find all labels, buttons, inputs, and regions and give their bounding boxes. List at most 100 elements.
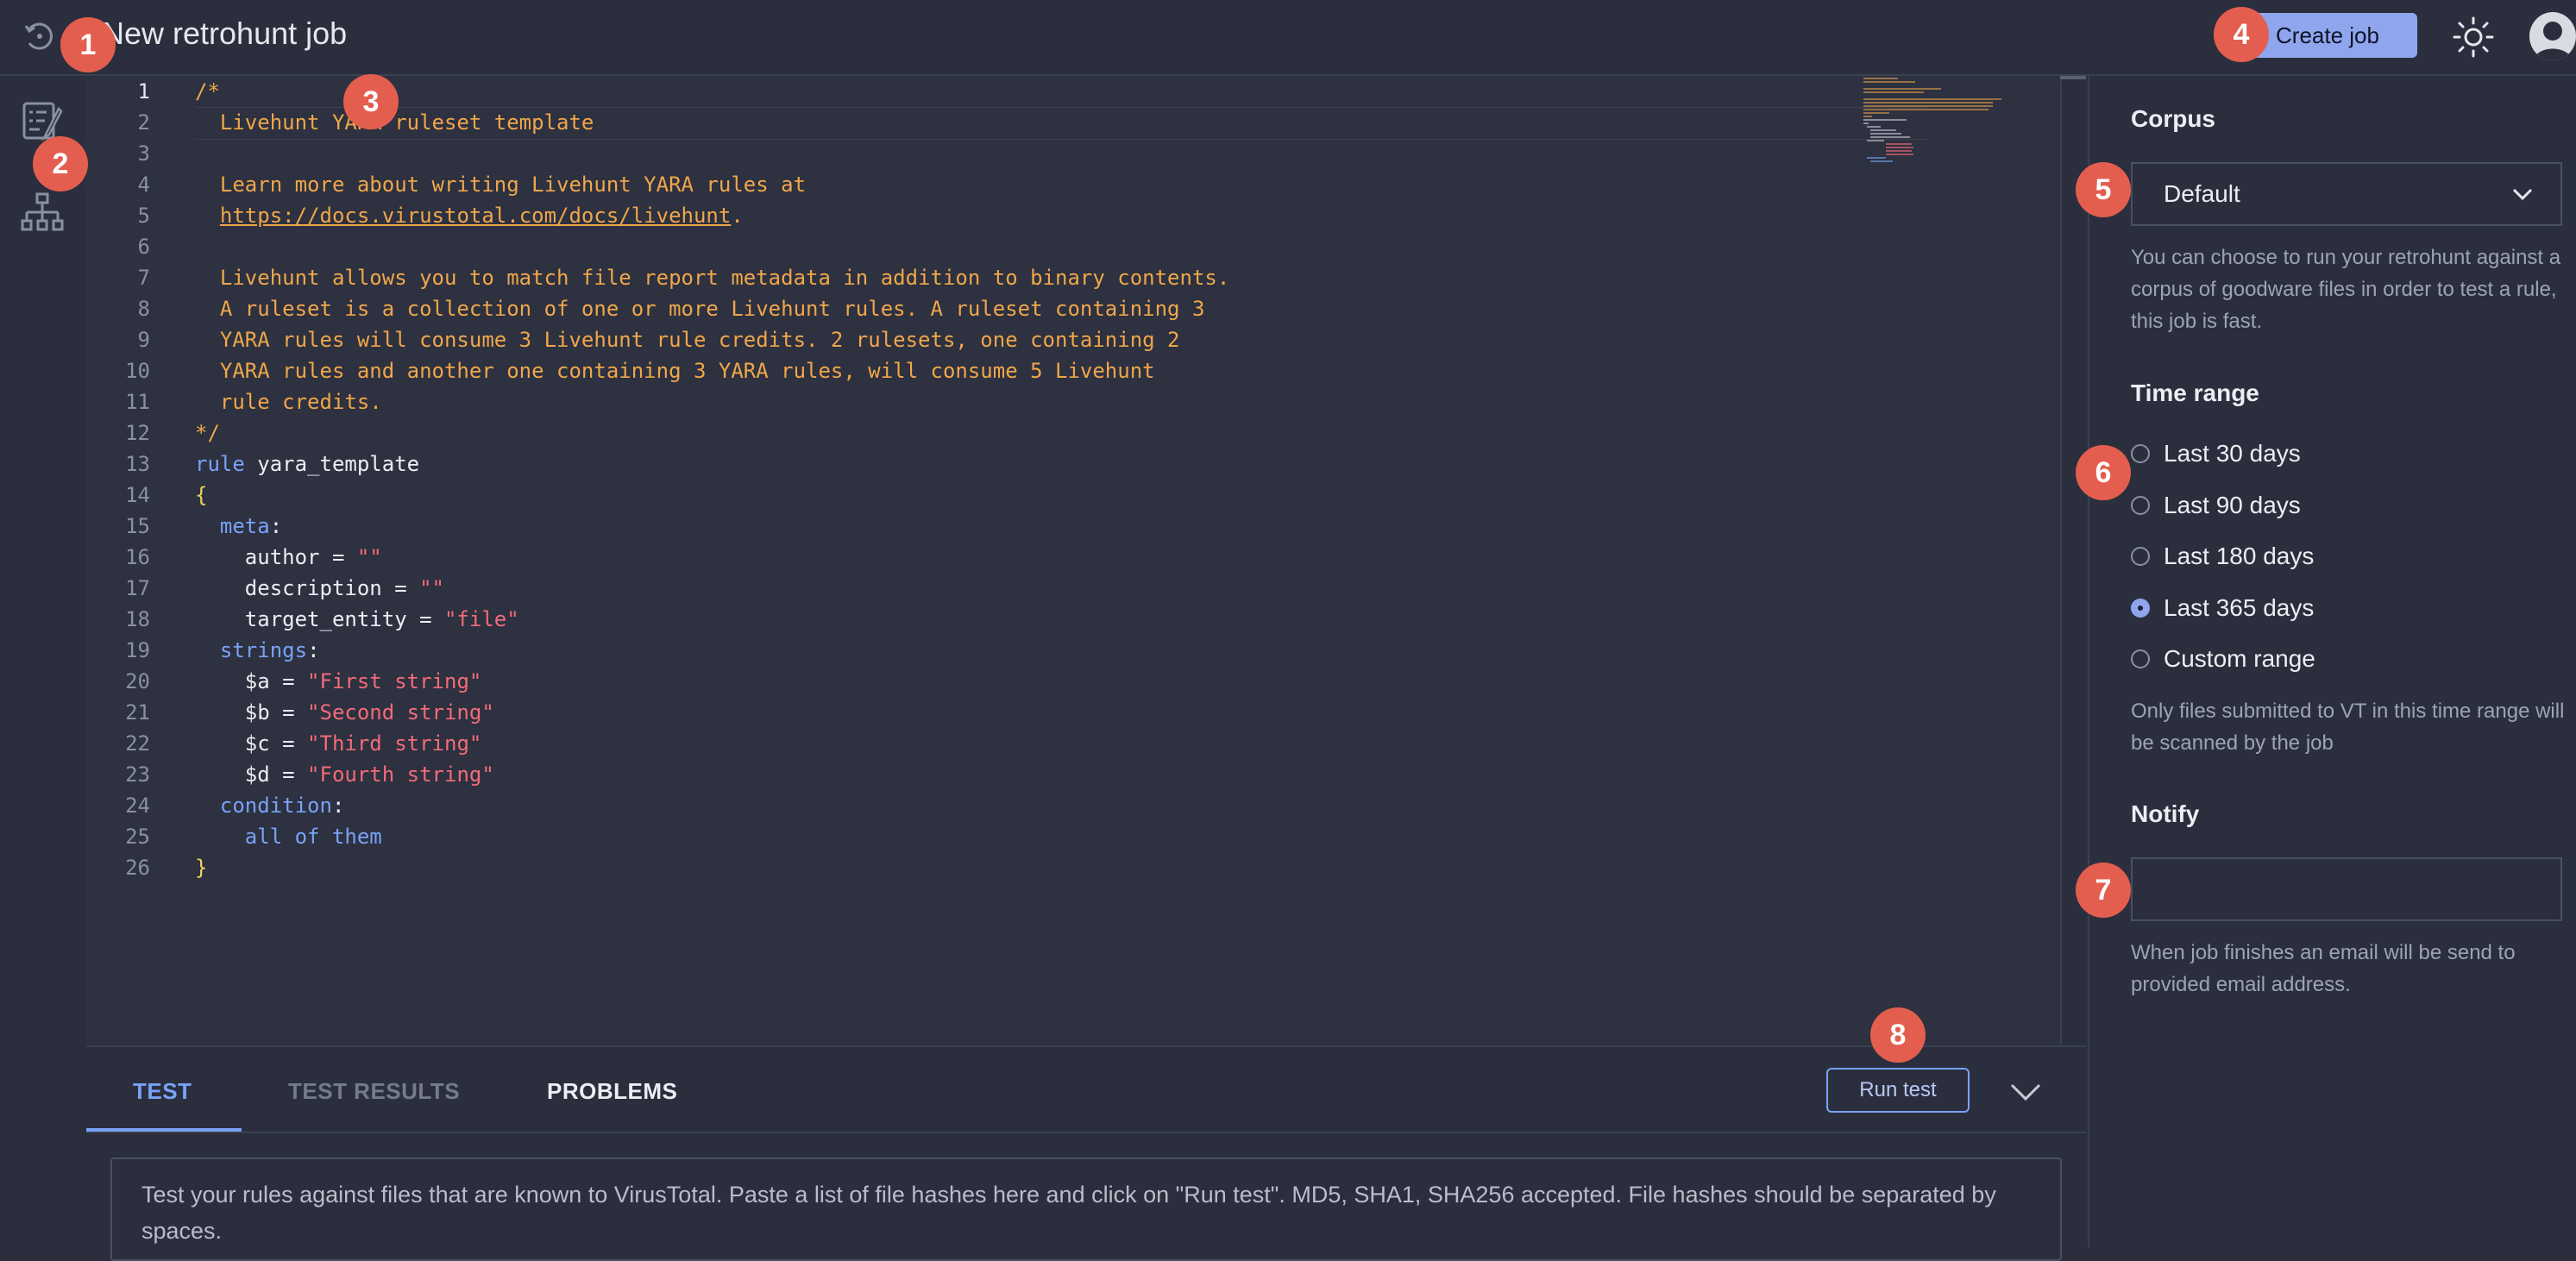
code-line[interactable]: YARA rules and another one containing 3 … [195, 355, 1155, 386]
line-number: 4 [137, 173, 150, 197]
code-token: "Fourth string" [307, 762, 494, 787]
code-line[interactable]: rule yara_template [195, 449, 419, 480]
chevron-down-icon [2512, 188, 2533, 201]
code-token: "First string" [307, 669, 482, 693]
code-token: author = [195, 545, 357, 569]
code-line[interactable]: Learn more about writing Livehunt YARA r… [195, 169, 806, 200]
user-icon [2534, 22, 2572, 60]
line-number: 17 [125, 576, 150, 600]
line-number: 5 [137, 204, 150, 228]
code-link[interactable]: https://docs.virustotal.com/docs/livehun… [220, 204, 731, 228]
code-line[interactable]: rule credits. [195, 386, 382, 417]
radio-label: Last 90 days [2164, 492, 2301, 518]
line-number: 2 [137, 110, 150, 135]
code-token: target_entity = [195, 607, 444, 631]
code-line[interactable]: } [195, 852, 207, 883]
code-line[interactable]: A ruleset is a collection of one or more… [195, 293, 1205, 324]
code-line[interactable]: strings: [195, 635, 320, 666]
code-token: : [331, 794, 345, 818]
marker-4: 4 [2214, 7, 2269, 62]
history-back-icon[interactable] [22, 19, 57, 53]
code-token: "Second string" [307, 700, 494, 725]
code-token: A ruleset is a collection of one or more… [195, 297, 1205, 321]
avatar[interactable] [2529, 12, 2576, 60]
code-line[interactable]: YARA rules will consume 3 Livehunt rule … [195, 324, 1180, 355]
code-line[interactable]: */ [195, 417, 220, 449]
code-line[interactable]: https://docs.virustotal.com/docs/livehun… [195, 200, 744, 231]
line-number: 24 [125, 794, 150, 818]
radio-label: Custom range [2164, 645, 2315, 672]
tab-problems[interactable]: PROBLEMS [547, 1078, 677, 1105]
code-line[interactable]: $d = "Fourth string" [195, 759, 494, 790]
marker-2: 2 [33, 136, 88, 191]
editor-scrollbar[interactable] [2060, 76, 2062, 1045]
tab-test-results[interactable]: TEST RESULTS [288, 1078, 460, 1105]
code-token: } [195, 856, 208, 880]
radio-button[interactable] [2131, 649, 2150, 668]
line-number-gutter: 1 2 3 4 5 6 7 8 9 10 11 12 13 14 15 16 17 18 19 20 21 22 23 24 2… [86, 76, 164, 1045]
hash-input[interactable]: Test your rules against files that are k… [110, 1157, 2062, 1261]
code-token: meta [219, 514, 270, 538]
corpus-select[interactable]: Default [2131, 162, 2562, 226]
theme-toggle-icon[interactable] [2452, 16, 2495, 59]
code-line[interactable]: $a = "First string" [195, 666, 482, 697]
code-line[interactable]: condition: [195, 790, 345, 821]
code-token: description = [195, 576, 420, 600]
code-line[interactable]: /* [195, 76, 220, 107]
editor-scroll-thumb[interactable] [2060, 76, 2086, 79]
code-token: $b = [195, 700, 308, 725]
code-line[interactable]: $c = "Third string" [195, 728, 482, 759]
radio-button[interactable] [2131, 547, 2150, 566]
tab-test[interactable]: TEST [133, 1078, 192, 1105]
radio-button[interactable] [2131, 444, 2150, 463]
run-test-button[interactable]: Run test [1826, 1068, 1970, 1113]
code-line[interactable]: meta: [195, 511, 282, 542]
line-number: 1 [137, 79, 150, 104]
corpus-value: Default [2164, 180, 2240, 207]
page-title: New retrohunt job [102, 16, 348, 51]
marker-6: 6 [2076, 445, 2131, 500]
left-nav [0, 76, 88, 1247]
line-number: 13 [125, 452, 150, 476]
code-line[interactable]: description = "" [195, 573, 444, 604]
code-line[interactable]: target_entity = "file" [195, 604, 519, 635]
chevron-down-icon[interactable] [2008, 1078, 2043, 1104]
marker-1: 1 [60, 17, 116, 72]
code-line[interactable]: { [195, 480, 207, 511]
radio-last-90-days[interactable]: Last 90 days [2131, 488, 2301, 523]
minimap[interactable] [1860, 76, 2015, 171]
line-number: 7 [137, 266, 150, 290]
line-number: 21 [125, 700, 150, 725]
radio-label: Last 365 days [2164, 594, 2315, 621]
line-number: 16 [125, 545, 150, 569]
radio-custom-range[interactable]: Custom range [2131, 642, 2315, 676]
code-line[interactable]: author = "" [195, 542, 382, 573]
radio-label: Last 180 days [2164, 543, 2315, 569]
test-panel: TEST TEST RESULTS PROBLEMS Run test Test… [86, 1045, 2086, 1261]
code-line[interactable]: $b = "Second string" [195, 697, 494, 728]
radio-button-selected[interactable] [2131, 599, 2150, 618]
radio-last-30-days[interactable]: Last 30 days [2131, 436, 2301, 471]
radio-last-180-days[interactable]: Last 180 days [2131, 539, 2314, 574]
radio-button[interactable] [2131, 496, 2150, 515]
code-token: $c = [195, 731, 308, 756]
line-number: 22 [125, 731, 150, 756]
line-number: 26 [125, 856, 150, 880]
code-token: /* [195, 79, 220, 104]
code-editor[interactable]: 1 2 3 4 5 6 7 8 9 10 11 12 13 14 15 16 17 18 19 20 21 22 23 24 2… [86, 76, 2086, 1045]
code-token: "" [419, 576, 444, 600]
code-token: : [269, 514, 283, 538]
time-range-help-text: Only files submitted to VT in this time … [2131, 700, 2565, 755]
code-token: rule [195, 452, 245, 476]
radio-last-365-days[interactable]: Last 365 days [2131, 591, 2314, 625]
corpus-title: Corpus [2131, 105, 2215, 132]
settings-panel: Corpus Default You can choose to run you… [2088, 76, 2576, 1247]
line-number: 15 [125, 514, 150, 538]
code-token: "" [356, 545, 382, 569]
notify-title: Notify [2131, 800, 2200, 827]
hierarchy-icon[interactable] [21, 191, 64, 235]
code-line[interactable]: all of them [195, 821, 382, 852]
notify-email-input[interactable] [2131, 857, 2562, 921]
code-line[interactable]: Livehunt allows you to match file report… [195, 262, 1229, 293]
